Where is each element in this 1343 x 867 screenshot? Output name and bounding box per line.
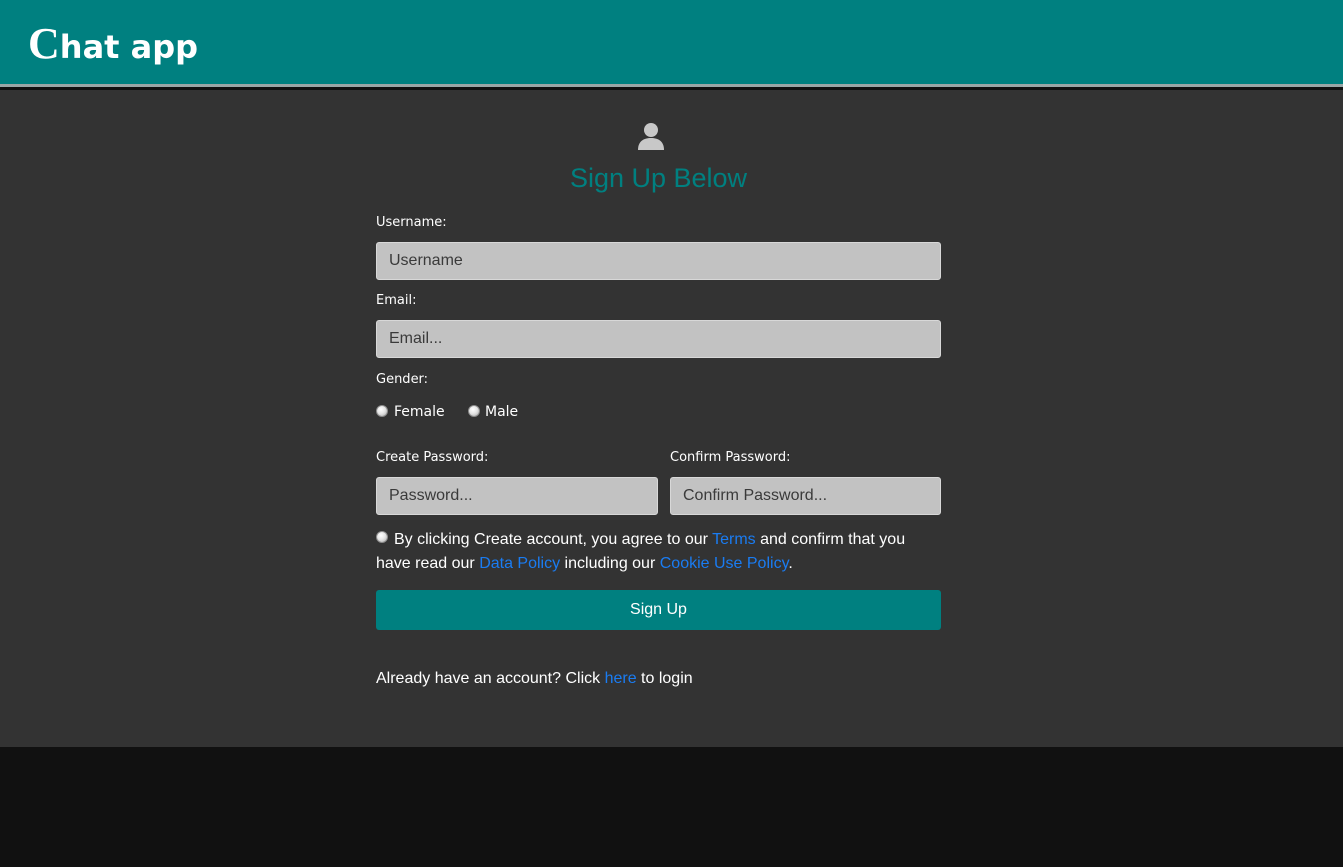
brand-name: hat app [59, 28, 198, 66]
app-brand[interactable]: Chat app [28, 18, 198, 69]
male-radio[interactable] [468, 405, 480, 417]
page-footer-area [0, 747, 1343, 867]
login-link[interactable]: here [605, 670, 637, 687]
female-label[interactable]: Female [394, 404, 445, 420]
username-input[interactable] [376, 242, 941, 280]
password-input[interactable] [376, 477, 658, 515]
cookie-policy-link[interactable]: Cookie Use Policy [660, 555, 789, 572]
app-header: Chat app [0, 0, 1343, 87]
confirm-password-input[interactable] [670, 477, 941, 515]
page-title: Sign Up Below [569, 163, 748, 193]
user-icon [638, 123, 664, 150]
confirm-password-label: Confirm Password: [670, 450, 791, 465]
terms-link[interactable]: Terms [712, 531, 756, 548]
password-label: Create Password: [376, 450, 489, 465]
email-label: Email: [376, 293, 417, 308]
sign-up-button[interactable]: Sign Up [376, 590, 941, 630]
brand-initial: C [28, 19, 60, 68]
email-input[interactable] [376, 320, 941, 358]
login-suffix: to login [636, 670, 693, 687]
terms-text-4: . [788, 555, 793, 572]
female-radio[interactable] [376, 405, 388, 417]
terms-agreement: By clicking Create account, you agree to… [376, 528, 936, 576]
terms-text-1: By clicking Create account, you agree to… [394, 531, 713, 548]
login-prompt: Already have an account? Click here to l… [376, 670, 693, 688]
data-policy-link[interactable]: Data Policy [479, 555, 560, 572]
male-label[interactable]: Male [485, 404, 518, 420]
terms-text-3: including our [560, 555, 660, 572]
login-prefix: Already have an account? Click [376, 670, 605, 687]
terms-radio[interactable] [376, 531, 388, 543]
gender-label: Gender: [376, 372, 429, 387]
username-label: Username: [376, 215, 447, 230]
